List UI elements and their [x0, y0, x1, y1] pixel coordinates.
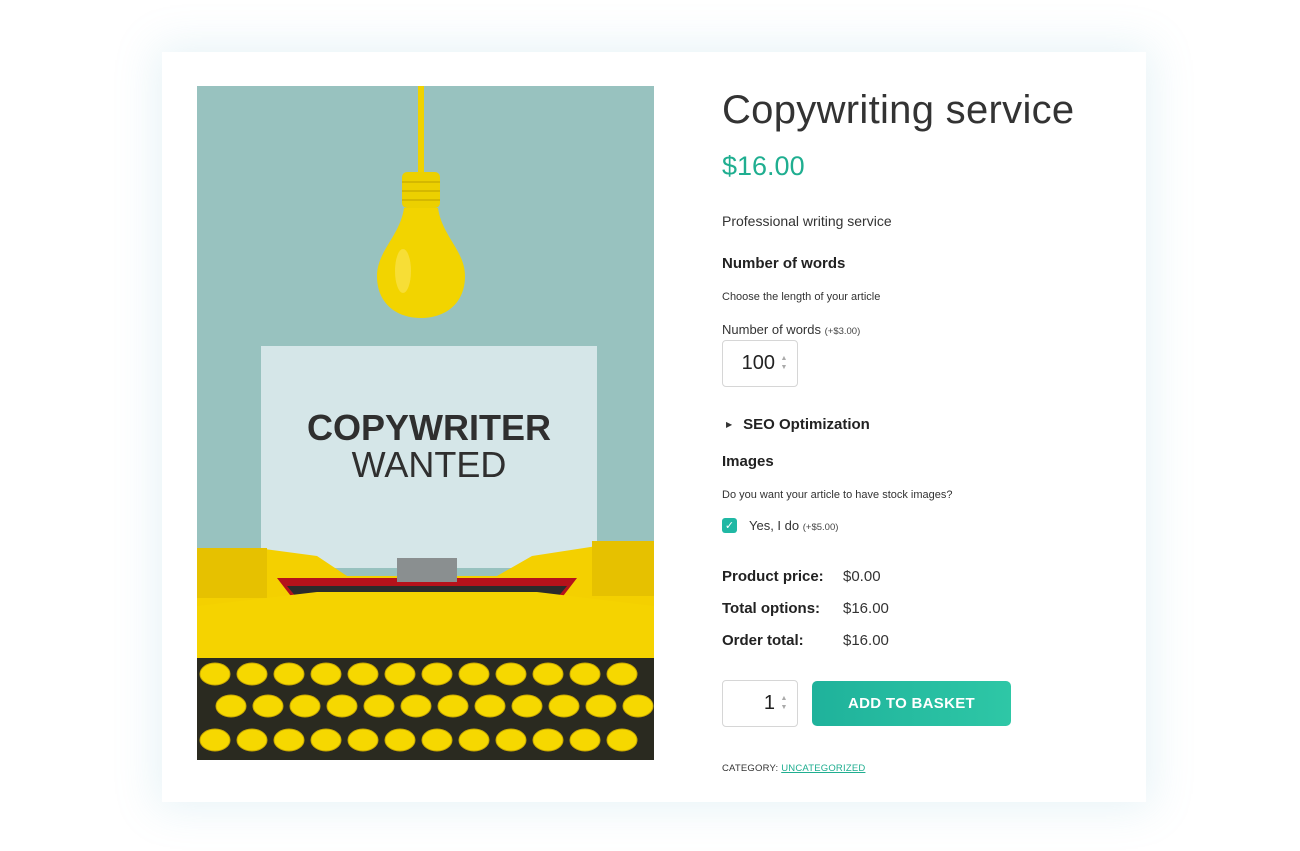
category-link[interactable]: UNCATEGORIZED — [781, 763, 865, 774]
chevron-up-icon[interactable]: ▲ — [780, 354, 788, 363]
image-text-line2: WANTED — [352, 444, 507, 485]
product-category: CATEGORY: UNCATEGORIZED — [722, 763, 865, 774]
words-description: Choose the length of your article — [722, 291, 881, 303]
order-total-label: Order total: — [722, 632, 804, 649]
product-image: COPYWRITER WANTED — [197, 86, 654, 760]
chevron-down-icon[interactable]: ▼ — [780, 703, 788, 712]
total-options-label: Total options: — [722, 600, 821, 617]
product-title: Copywriting service — [722, 88, 1075, 132]
add-to-basket-button[interactable]: ADD TO BASKET — [812, 681, 1011, 726]
checkmark-icon: ✓ — [724, 520, 735, 532]
quantity-stepper[interactable]: ▲ ▼ — [780, 694, 788, 712]
words-stepper[interactable]: ▲ ▼ — [780, 354, 788, 372]
words-number-input[interactable]: 100 ▲ ▼ — [722, 340, 798, 387]
seo-label: SEO Optimization — [743, 416, 870, 433]
images-checkbox-text: Yes, I do — [749, 518, 800, 533]
order-total-value: $16.00 — [843, 632, 889, 649]
images-price-note: (+$5.00) — [802, 522, 839, 533]
words-input-value: 100 — [741, 352, 775, 374]
images-checkbox[interactable]: ✓ — [722, 518, 737, 533]
product-price: $16.00 — [722, 151, 805, 181]
words-field-label: Number of words (+$3.00) — [722, 322, 860, 337]
product-price-label: Product price: — [722, 568, 824, 585]
images-checkbox-label[interactable]: Yes, I do (+$5.00) — [749, 518, 838, 533]
caret-right-icon: ▶ — [726, 420, 733, 429]
chevron-down-icon[interactable]: ▼ — [780, 363, 788, 372]
product-short-description: Professional writing service — [722, 213, 892, 229]
words-price-note: (+$3.00) — [824, 326, 861, 337]
images-heading: Images — [722, 453, 774, 470]
images-checkbox-row[interactable]: ✓ Yes, I do (+$5.00) — [722, 518, 838, 533]
total-options-value: $16.00 — [843, 600, 889, 617]
images-description: Do you want your article to have stock i… — [722, 489, 953, 501]
chevron-up-icon[interactable]: ▲ — [780, 694, 788, 703]
quantity-value: 1 — [763, 692, 775, 714]
product-price-value: $0.00 — [843, 568, 881, 585]
image-text-line1: COPYWRITER — [307, 407, 551, 448]
seo-toggle[interactable]: ▶ SEO Optimization — [722, 416, 870, 433]
quantity-input[interactable]: 1 ▲ ▼ — [722, 680, 798, 727]
words-heading: Number of words — [722, 255, 846, 272]
category-label: CATEGORY: — [722, 763, 779, 774]
words-label-text: Number of words — [722, 322, 821, 337]
